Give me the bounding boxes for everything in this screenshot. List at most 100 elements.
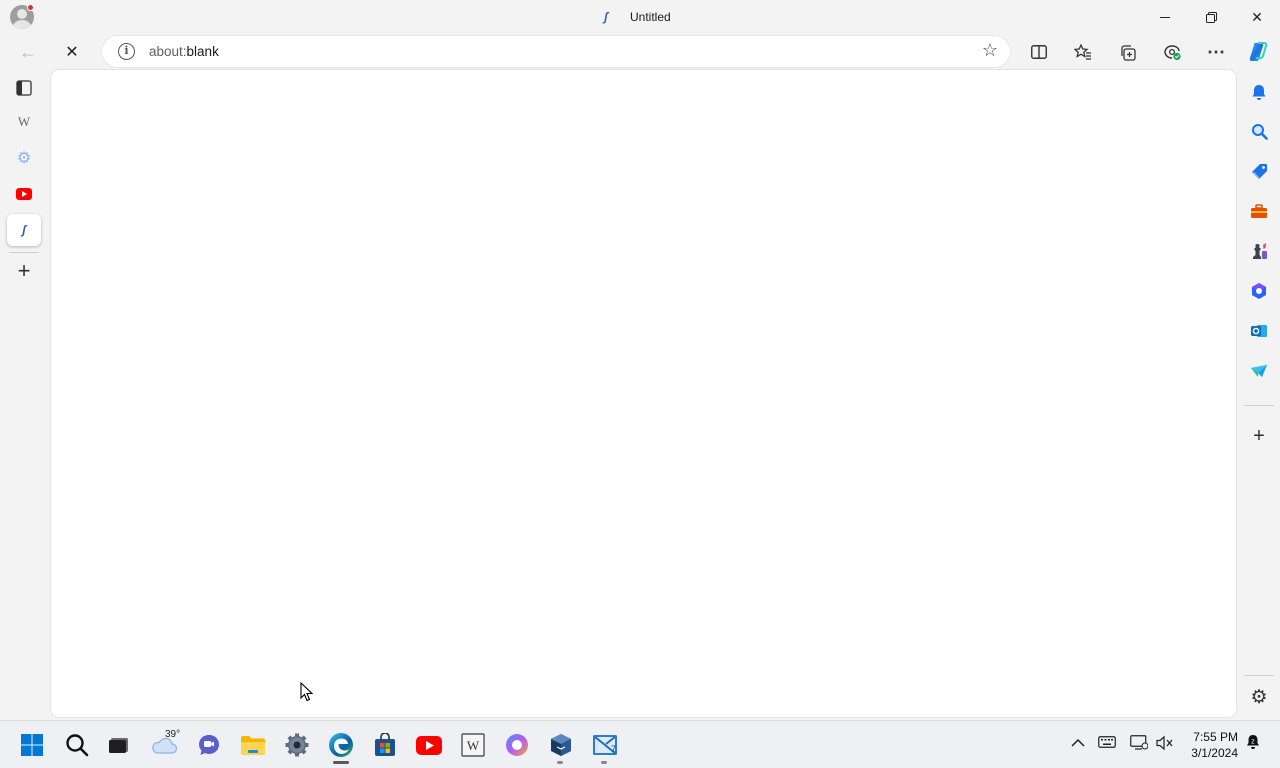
copilot-button[interactable] xyxy=(1245,39,1271,65)
back-button[interactable]: ← xyxy=(12,36,44,68)
restore-button[interactable] xyxy=(1188,0,1234,34)
tab-actions-button[interactable] xyxy=(7,72,41,104)
sidebar-outlook-button[interactable] xyxy=(1247,319,1271,343)
site-info-icon[interactable]: i xyxy=(118,43,135,60)
stop-icon: ✕ xyxy=(65,44,79,61)
clock-time: 7:55 PM xyxy=(1193,730,1238,744)
split-screen-icon xyxy=(1031,45,1047,59)
tab-divider xyxy=(9,252,39,253)
network-display-icon[interactable] xyxy=(1130,735,1149,754)
sidebar-m365-button[interactable] xyxy=(1247,279,1271,303)
stop-loading-button[interactable]: ✕ xyxy=(56,36,88,68)
browser-essentials-button[interactable] xyxy=(1159,39,1185,65)
volume-muted-icon[interactable] xyxy=(1156,735,1174,754)
edge-running-indicator xyxy=(333,761,349,764)
minimize-icon xyxy=(1160,16,1170,18)
file-explorer-folder-icon xyxy=(241,736,265,755)
sidebar-games-button[interactable] xyxy=(1247,239,1271,263)
add-favorite-star-icon[interactable]: ☆ xyxy=(982,40,998,61)
minimize-button[interactable] xyxy=(1142,0,1188,34)
tab-youtube[interactable] xyxy=(7,178,41,210)
edge-browser-icon xyxy=(329,733,353,757)
new-tab-button[interactable]: + xyxy=(7,255,41,287)
start-button[interactable] xyxy=(18,731,46,759)
microsoft-store-icon xyxy=(375,733,395,756)
settings-and-more-button[interactable]: ⋯ xyxy=(1203,39,1229,65)
show-hidden-icons-chevron-icon[interactable] xyxy=(1071,735,1085,751)
sidebar-settings-button[interactable]: ⚙ xyxy=(1247,685,1271,709)
tab-actions-icon xyxy=(16,80,32,96)
sidebar-shopping-button[interactable] xyxy=(1247,159,1271,183)
weather-temperature: 39° xyxy=(165,729,181,740)
profile-notification-dot xyxy=(27,4,34,11)
page-content-area[interactable] xyxy=(51,70,1236,717)
wikipedia-tab-icon: W xyxy=(17,114,31,129)
url-scheme: about: xyxy=(149,44,187,59)
youtube-app-icon xyxy=(416,735,442,755)
vertical-tab-strip: W ⚙ ʃ + xyxy=(0,70,48,720)
title-bar: ʃ Untitled ✕ xyxy=(0,0,1280,34)
restore-icon xyxy=(1205,11,1217,23)
settings-app-button[interactable] xyxy=(283,731,311,759)
copilot-taskbar-button[interactable] xyxy=(503,731,531,759)
sidebar-divider xyxy=(1244,405,1274,406)
virtualbox-running-indicator xyxy=(557,761,563,764)
svg-text:7: 7 xyxy=(611,744,616,754)
svg-text:z: z xyxy=(1251,739,1255,746)
virtualbox-cube-icon xyxy=(551,734,571,756)
tab-wikipedia[interactable]: W xyxy=(7,106,41,138)
address-url[interactable]: about:blank xyxy=(149,44,219,59)
window-title: ʃ Untitled xyxy=(604,8,671,26)
split-screen-button[interactable] xyxy=(1026,39,1052,65)
sidebar-tools-button[interactable] xyxy=(1247,199,1271,223)
close-icon: ✕ xyxy=(1251,8,1263,25)
svg-text:W: W xyxy=(467,738,480,753)
sidebar-add-button[interactable]: + xyxy=(1247,424,1271,448)
copilot-app-icon xyxy=(506,734,528,756)
wikipedia-app-icon: W xyxy=(461,733,485,757)
taskbar-search-icon xyxy=(66,734,89,757)
microsoft365-icon xyxy=(1252,283,1266,299)
sidebar-drop-button[interactable] xyxy=(1247,359,1271,383)
youtube-tab-icon xyxy=(16,188,32,200)
plus-icon: + xyxy=(17,258,31,283)
sidebar-notifications-button[interactable] xyxy=(1247,80,1271,104)
untitled-tab-icon: ʃ xyxy=(22,223,26,237)
teams-button[interactable] xyxy=(195,731,223,759)
store-button[interactable] xyxy=(371,731,399,759)
drop-send-icon xyxy=(1251,365,1267,377)
favorites-button[interactable] xyxy=(1070,39,1096,65)
windows-start-icon xyxy=(21,734,43,756)
url-path: blank xyxy=(186,44,219,59)
customize-gear-icon: ⚙ xyxy=(1250,686,1268,708)
collections-button[interactable] xyxy=(1115,39,1141,65)
notification-center-icon[interactable]: z xyxy=(1245,733,1261,754)
sidebar-search-button[interactable] xyxy=(1247,119,1271,143)
task-view-icon xyxy=(109,738,128,753)
search-icon xyxy=(1251,123,1268,140)
address-bar[interactable]: i about:blank ☆ xyxy=(102,36,1010,67)
page-favicon-icon: ʃ xyxy=(604,10,608,24)
mouse-cursor-icon xyxy=(300,682,314,702)
app7-taskbar-button[interactable]: 7 xyxy=(591,731,619,759)
settings-gear-icon xyxy=(285,733,309,757)
tab-untitled-active[interactable]: ʃ xyxy=(7,214,41,246)
keyboard-icon[interactable] xyxy=(1098,735,1116,751)
file-explorer-button[interactable] xyxy=(239,731,267,759)
virtualbox-taskbar-button[interactable] xyxy=(547,731,575,759)
edge-sidebar: + ⚙ xyxy=(1238,70,1280,720)
close-window-button[interactable]: ✕ xyxy=(1234,0,1280,34)
system-clock[interactable]: 7:55 PM 3/1/2024 xyxy=(1186,729,1238,761)
youtube-taskbar-button[interactable] xyxy=(415,731,443,759)
edge-taskbar-button[interactable] xyxy=(327,731,355,759)
sidebar-bottom-divider xyxy=(1244,675,1274,676)
taskbar-search-button[interactable] xyxy=(63,731,91,759)
clock-date: 3/1/2024 xyxy=(1191,746,1238,760)
settings-tab-icon: ⚙ xyxy=(16,150,32,167)
tab-settings-page[interactable]: ⚙ xyxy=(7,142,41,174)
task-view-button[interactable] xyxy=(105,731,133,759)
teams-chat-icon xyxy=(199,735,219,755)
more-options-icon: ⋯ xyxy=(1207,41,1225,62)
wikipedia-taskbar-button[interactable]: W xyxy=(459,731,487,759)
copilot-icon xyxy=(1249,42,1268,61)
